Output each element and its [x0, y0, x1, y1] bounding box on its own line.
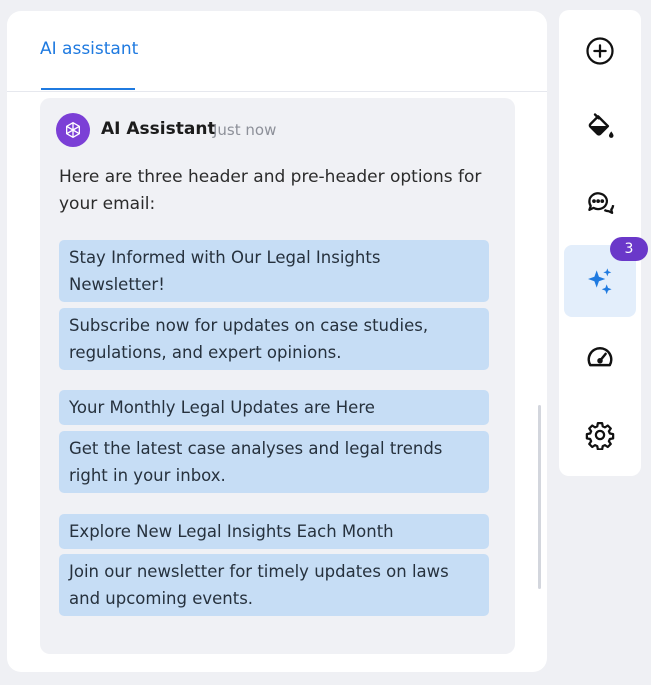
comments-button[interactable]: [564, 167, 636, 239]
tab-bar: AI assistant: [7, 11, 547, 92]
styles-button[interactable]: [564, 91, 636, 163]
message-timestamp: Just now: [213, 121, 277, 139]
chat-bubbles-icon: [588, 192, 615, 214]
gauge-icon: [587, 347, 613, 367]
performance-button[interactable]: [564, 321, 636, 393]
option-3-preheader[interactable]: Join our newsletter for timely updates o…: [59, 554, 489, 616]
assistant-avatar: [56, 113, 90, 147]
plus-circle-icon: [586, 37, 614, 65]
paint-bucket-icon: [588, 113, 614, 138]
message-intro: Here are three header and pre-header opt…: [59, 167, 482, 214]
message-sender: AI Assistant: [101, 119, 216, 139]
notification-badge: 3: [610, 237, 648, 261]
scrollbar-thumb[interactable]: [538, 405, 541, 589]
settings-button[interactable]: [564, 399, 636, 471]
active-tab-indicator: [41, 88, 135, 90]
option-1-header[interactable]: Stay Informed with Our Legal Insights Ne…: [59, 240, 489, 302]
openai-logo-icon: [66, 122, 81, 138]
sparkles-icon: [588, 268, 612, 295]
assistant-panel: AI assistant AI Assistant Just now Here …: [7, 11, 547, 672]
assistant-message: AI Assistant Just now Here are three hea…: [40, 98, 515, 654]
option-2-preheader[interactable]: Get the latest case analyses and legal t…: [59, 431, 489, 493]
gear-icon: [585, 422, 615, 450]
add-button[interactable]: [564, 15, 636, 87]
chat-scroll-area[interactable]: AI Assistant Just now Here are three hea…: [7, 91, 547, 672]
option-3-header[interactable]: Explore New Legal Insights Each Month: [59, 514, 489, 549]
option-2-header[interactable]: Your Monthly Legal Updates are Here: [59, 390, 489, 425]
tab-ai-assistant[interactable]: AI assistant: [40, 39, 138, 59]
option-1-preheader[interactable]: Subscribe now for updates on case studie…: [59, 308, 489, 370]
